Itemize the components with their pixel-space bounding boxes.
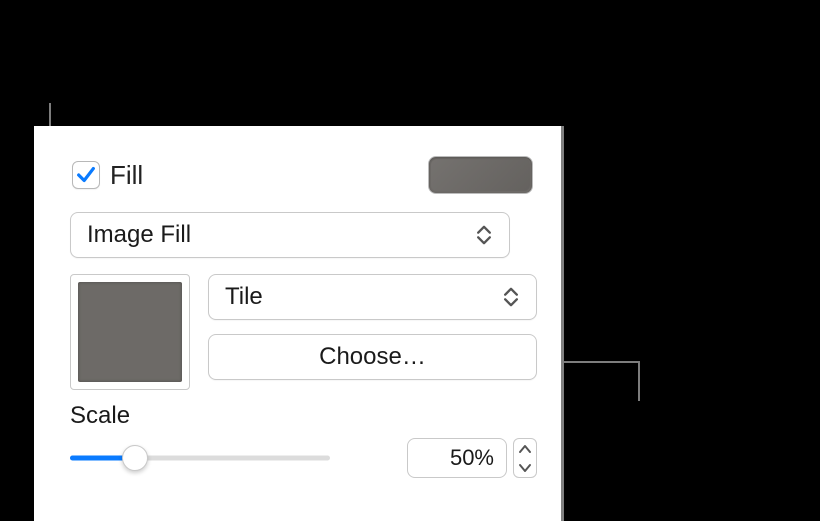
updown-chevron-icon — [496, 282, 526, 312]
choose-image-button[interactable]: Choose… — [208, 334, 537, 380]
scale-stepper[interactable] — [513, 438, 537, 478]
fill-image-thumbnail — [78, 282, 182, 382]
choose-image-label: Choose… — [319, 343, 426, 371]
stepper-up[interactable] — [514, 439, 536, 458]
fill-type-popup[interactable]: Image Fill — [70, 212, 510, 258]
scale-value-field[interactable]: 50% — [407, 438, 507, 478]
scale-value-text: 50% — [450, 445, 494, 471]
fill-scaling-value: Tile — [225, 283, 263, 311]
fill-type-value: Image Fill — [87, 221, 191, 249]
slider-thumb[interactable] — [122, 445, 148, 471]
fill-color-swatch[interactable] — [428, 156, 533, 194]
fill-inspector-panel: Fill Image Fill Tile Choose… Sc — [34, 126, 564, 521]
updown-chevron-icon — [469, 220, 499, 250]
stepper-down[interactable] — [514, 458, 536, 477]
fill-checkbox[interactable] — [72, 161, 100, 189]
chevron-up-icon — [518, 444, 532, 454]
fill-image-well[interactable] — [70, 274, 190, 390]
fill-scaling-popup[interactable]: Tile — [208, 274, 537, 320]
checkmark-icon — [75, 164, 97, 186]
fill-label: Fill — [110, 160, 143, 191]
callout-line — [638, 361, 640, 401]
scale-label: Scale — [70, 402, 537, 430]
scale-slider[interactable] — [70, 443, 330, 473]
chevron-down-icon — [518, 463, 532, 473]
